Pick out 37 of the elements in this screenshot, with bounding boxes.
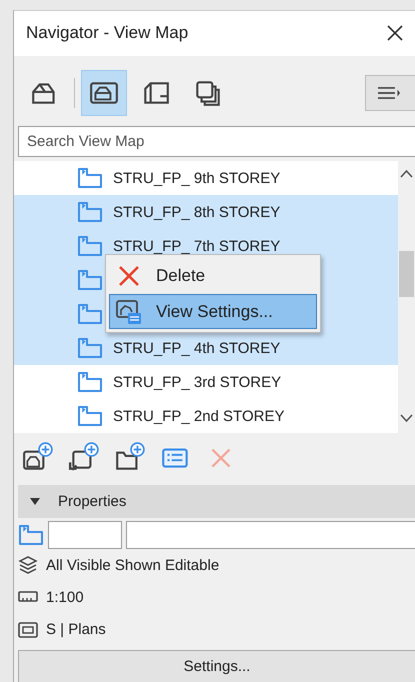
view-icon — [77, 269, 103, 292]
view-item[interactable]: STRU_FP_ 8th STOREY — [14, 195, 398, 230]
view-icon — [18, 524, 44, 546]
search-field[interactable]: Search View Map — [18, 126, 415, 158]
name-field[interactable] — [126, 521, 415, 550]
clone-view-icon[interactable] — [68, 441, 100, 474]
scroll-down-icon[interactable] — [400, 413, 413, 424]
view-item[interactable]: STRU_FP_ 4th STOREY — [14, 331, 398, 366]
close-icon[interactable] — [385, 23, 405, 44]
view-icon — [77, 167, 103, 190]
id-field[interactable] — [48, 521, 122, 550]
window-title: Navigator - View Map — [26, 23, 188, 44]
view-icon — [77, 337, 103, 360]
layers-icon — [18, 555, 38, 576]
view-icon — [77, 371, 103, 394]
menu-item[interactable]: View Settings... — [109, 294, 317, 329]
scrollbar-thumb[interactable] — [399, 251, 414, 298]
scroll-up-icon[interactable] — [400, 169, 413, 180]
properties-title: Properties — [58, 493, 126, 510]
view-item[interactable]: STRU_FP_ 3rd STOREY — [14, 365, 398, 400]
menu-button[interactable] — [365, 74, 415, 111]
settings-button[interactable]: Settings... — [18, 650, 415, 682]
view-settings-icon — [116, 298, 142, 324]
view-icon — [77, 201, 103, 224]
view-item[interactable]: STRU_FP_ 2nd STOREY — [14, 399, 398, 434]
view-icon — [77, 235, 103, 258]
menu-icon — [378, 86, 400, 100]
view-icon — [77, 405, 103, 428]
property-value: 1:100 — [46, 588, 84, 606]
stacked-pages-icon — [193, 78, 223, 107]
property-value: All Visible Shown Editable — [46, 556, 220, 574]
view-icon — [77, 303, 103, 326]
property-value: S | Plans — [46, 621, 106, 638]
view-item[interactable]: STRU_FP_ 9th STOREY — [14, 161, 398, 196]
mode-tab[interactable] — [81, 70, 127, 116]
properties-header[interactable]: Properties — [18, 485, 415, 518]
frame-icon — [18, 620, 38, 640]
